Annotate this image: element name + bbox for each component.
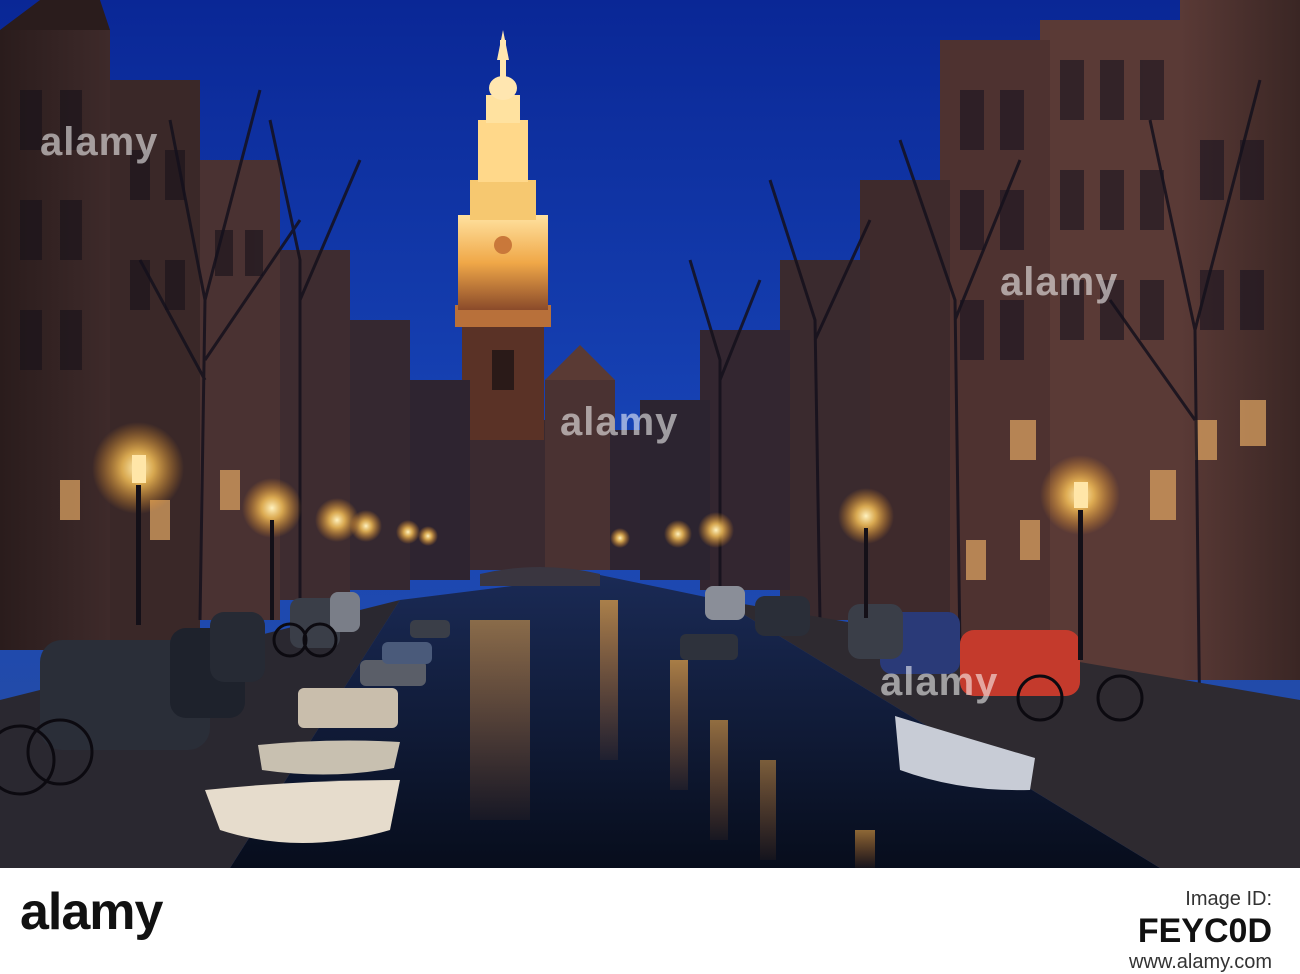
site-url[interactable]: www.alamy.com <box>1129 951 1272 974</box>
alamy-logo[interactable]: alamy <box>20 882 163 942</box>
canal-night-photo: alamy alamy alamy alamy <box>0 0 1300 868</box>
logo-text: alamy <box>20 883 163 941</box>
photo-scene <box>0 0 1300 868</box>
image-id: FEYC0D <box>1137 912 1272 950</box>
image-meta: Image ID: FEYC0D www.alamy.com <box>1129 888 1272 974</box>
footer-bar: alamy Image ID: FEYC0D www.alamy.com <box>0 868 1300 973</box>
image-stage: alamy alamy alamy alamy alamy Image ID: … <box>0 0 1300 973</box>
image-id-label: Image ID: <box>1185 888 1272 910</box>
